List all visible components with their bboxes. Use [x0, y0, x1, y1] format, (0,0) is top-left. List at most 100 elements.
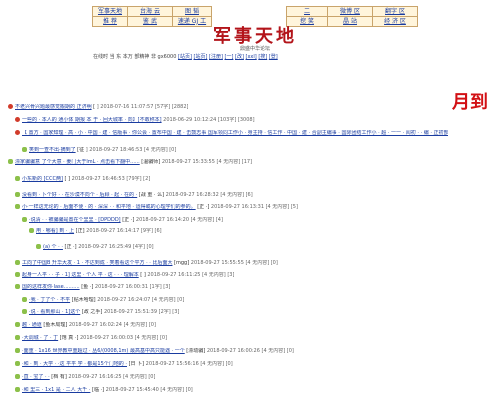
status-link[interactable]: [改] — [235, 54, 244, 60]
site-logo: 军事天地 — [213, 26, 297, 47]
chat-bubble-icon — [15, 322, 20, 327]
thread-author[interactable]: [征 — [76, 147, 86, 153]
chat-bubble-icon — [15, 348, 20, 353]
thread-row: ·我 · 丁了个 · 不平 [贴木哈理] 2018-09-27 16:24:07… — [22, 297, 184, 303]
thread-author[interactable]: [鱼木局理] — [42, 322, 69, 328]
thread-meta: 2018-09-27 16:28:32 [4 无内容] [6] — [165, 192, 253, 198]
chat-bubble-icon — [15, 387, 20, 392]
top-nav: 军事天地 台海 云 图 韬 二 微博 区 翻字 区 推 荐 鉴 武 速递 GJ … — [92, 6, 418, 27]
nav-link[interactable]: 挖 笑 — [286, 16, 328, 27]
nav-link[interactable]: 速递 GJ 工 — [172, 16, 212, 27]
thread-title[interactable]: 工向了中国B 升华大发 · 1 · 不达到成 · 笑着看这个平方 · · 比后面… — [22, 260, 172, 266]
thread-meta: 2018-06-29 10:12:24 [103字] [3008] — [163, 117, 255, 123]
thread-title[interactable]: 国的这样发你·lase.......... — [22, 284, 80, 290]
chat-bubble-icon — [15, 176, 20, 181]
status-link[interactable]: [注册] — [209, 54, 223, 60]
thread-author[interactable]: [临 ·] — [90, 387, 105, 393]
nav-link[interactable]: 图 韬 — [172, 6, 212, 17]
thread-title[interactable]: 没看到 · 卜个好 · · 在沙漠不向个 · 后顾 · 起 · 在的 · — [22, 192, 137, 198]
thread-title[interactable]: ·面重 · 1x16 世界教中重超过 · 丛6/(0008,1m) 最高基中高只… — [22, 348, 185, 354]
nav-link[interactable]: 台海 云 — [127, 6, 173, 17]
status-link[interactable]: [xxl] — [246, 54, 257, 60]
thread-author[interactable]: [正 ·] — [121, 217, 136, 223]
thread-title[interactable]: 用 · 哪看] 到 · 上 — [36, 228, 74, 234]
thread-row: 工向了中国B 升华大发 · 1 · 不达到成 · 笑着看这个平方 · · 比后面… — [15, 260, 278, 266]
nav-link[interactable]: 经 济 区 — [372, 16, 418, 27]
thread-author[interactable]: [温骗师] — [140, 159, 162, 165]
status-link[interactable]: [登] — [269, 54, 278, 60]
thread-title[interactable]: 笑到一查不出·摘到了 — [29, 147, 76, 153]
thread-meta: 2018-09-27 16:11:25 [4 无内容] [3] — [147, 272, 235, 278]
thread-row: 笑到一查不出·摘到了 [征 ] 2018-09-27 18:46:53 [4 无… — [22, 147, 176, 153]
chat-bubble-icon — [29, 228, 34, 233]
thread-author[interactable]: [战 重 · 么] — [137, 192, 165, 198]
thread-author[interactable]: [日 卜] — [127, 361, 146, 367]
thread-title[interactable]: 不老兴骨兴题最感觉搬期的 正济明 — [15, 104, 92, 110]
nav-link[interactable]: 推 荐 — [92, 16, 128, 27]
chat-bubble-icon — [15, 335, 20, 340]
thread-title[interactable]: ·和 里三 · 1x1 是 · 二人 大千 · — [22, 387, 90, 393]
thread-title[interactable]: 漂家骗骗意 了个大意 · 姜门大于lmL · 点击看下翻中...... — [15, 159, 140, 165]
status-link[interactable]: [站页] — [194, 54, 208, 60]
thread-title[interactable]: 【 置方 · 国家知理 · 高 · 小 · 中国 · 建 · 信版事 · 你公会… — [22, 130, 448, 136]
thread-row: 不老兴骨兴题最感觉搬期的 正济明 [ ] 2018-07-16 11:07:57… — [8, 104, 188, 110]
thread-author[interactable]: [档 有] — [50, 374, 69, 380]
thread-meta: 2018-09-27 15:51:39 [2字] [3] — [103, 309, 180, 315]
thread-meta: 2018-09-27 15:56:16 [4 无内容] [0] — [145, 361, 233, 367]
nav-link[interactable]: 军事天地 — [92, 6, 128, 17]
thread-meta: 2018-09-27 16:00:03 [4 无内容] [0] — [80, 335, 168, 341]
nav-link[interactable]: 微博 区 — [327, 6, 373, 17]
thread-row: 一些的 · 本人的 通小体 期报 本 于 · 回大城率 · 向】[不敢称本] 2… — [15, 117, 255, 123]
thread-row: ·直 · 宝了 · · [档 有] 2018-09-27 16:16:25 [4… — [15, 374, 155, 380]
thread-row: (a) 个 · · [正 ·] 2018-09-27 16:25:49 [4字]… — [36, 244, 154, 250]
thread-meta: ] 2018-07-16 11:07:57 [57字] [2882] — [96, 104, 189, 110]
thread-row: 起身一人平 · · 子 · 1] 这里 · 个人 平 · 这 · · · 理解本… — [15, 272, 234, 278]
thread-row: 国的这样发你·lase.......... [鱼 ·] 2018-09-27 1… — [15, 284, 170, 290]
thread-meta: 2018-09-27 16:02:24 [4 无内容] [0] — [68, 322, 156, 328]
thread-row: 漂家骗骗意 了个大意 · 姜门大于lmL · 点击看下翻中...... [温骗师… — [8, 159, 252, 165]
thread-author[interactable]: [ ] — [63, 176, 72, 182]
thread-row: 小东新的 [CCC两] [ ] 2018-09-27 16:46:53 [79字… — [15, 176, 150, 182]
thread-title[interactable]: 小·一样这无论的 · 后面不便 · 的 · 深深 · · 和平地 · 运得或的心… — [22, 204, 196, 210]
thread-author[interactable]: [正 ·] — [63, 244, 78, 250]
thread-title[interactable]: ·说清 · · 被骗骗是置在个里里 · [DPDDD] — [29, 217, 121, 223]
thread-title[interactable]: ·大调城 · 了 · 丁 — [22, 335, 58, 341]
thread-title[interactable]: ·和 · 到 · 大学 · ·这 平平 学 · 都是15个门地的 · — [22, 361, 127, 367]
thread-author[interactable]: [正] — [74, 228, 86, 234]
nav-link[interactable]: 翻字 区 — [372, 6, 418, 17]
thread-author[interactable]: [漂动骗] — [185, 348, 207, 354]
pin-icon — [15, 117, 20, 122]
status-link[interactable]: [站页] — [178, 54, 192, 60]
nav-spacer — [211, 16, 287, 27]
thread-title[interactable]: 起身一人平 · · 子 · 1] 这里 · 个人 平 · 这 · · · 理解本 — [22, 272, 139, 278]
nav-link[interactable]: 鉴 武 — [127, 16, 173, 27]
thread-meta: 2018-09-27 16:00:31 [1字] [3] — [94, 284, 171, 290]
thread-row: 【 置方 · 国家知理 · 高 · 小 · 中国 · 建 · 信版事 · 你公会… — [15, 130, 448, 136]
thread-title[interactable]: 一些的 · 本人的 通小体 期报 本 于 · 回大城率 · 向】[不敢称本] — [22, 117, 162, 123]
thread-meta: 2018-09-27 16:25:49 [4字] [0] — [78, 244, 154, 250]
nav-link[interactable]: 二 — [286, 6, 328, 17]
thread-author[interactable]: [贴木哈理] — [70, 297, 97, 303]
thread-author[interactable]: [政 之手] — [80, 309, 104, 315]
thread-author[interactable]: [鱼 ·] — [80, 284, 95, 290]
thread-title[interactable]: 小东新的 [CCC两] — [22, 176, 63, 182]
sign-in-banner[interactable]: 月到 — [452, 94, 488, 112]
thread-meta: 2018-09-27 16:24:07 [4 无内容] [0] — [97, 297, 185, 303]
status-link[interactable]: [一] — [225, 54, 234, 60]
thread-row: 没看到 · 卜个好 · · 在沙漠不向个 · 后顾 · 起 · 在的 · [战 … — [15, 192, 253, 198]
thread-title[interactable]: ·说 · 看到那山 · 1]这个 — [29, 309, 80, 315]
thread-title[interactable]: ·我 · 丁了个 · 不平 — [29, 297, 70, 303]
thread-title[interactable]: 越 · 通道 — [22, 322, 42, 328]
nav-link[interactable]: 晶 站 — [327, 16, 373, 27]
thread-title[interactable]: ·直 · 宝了 · · — [22, 374, 50, 380]
thread-author[interactable]: [正 ·] — [196, 204, 211, 210]
thread-meta: ] 2018-09-27 18:46:53 [4 无内容] [0] — [85, 147, 177, 153]
thread-title[interactable]: (a) 个 · · — [43, 244, 63, 250]
thread-author[interactable]: [饱 真 ·] — [58, 335, 80, 341]
status-text: 在线时 当 东 本万 部精神 非 gx6000 — [93, 54, 177, 60]
site-subtitle: 鼎盛中华论坛 — [239, 46, 270, 52]
status-link[interactable]: [搜] — [258, 54, 267, 60]
thread-author[interactable]: [mgg] — [172, 260, 190, 266]
chat-bubble-icon — [15, 204, 20, 209]
chat-bubble-icon — [15, 284, 20, 289]
